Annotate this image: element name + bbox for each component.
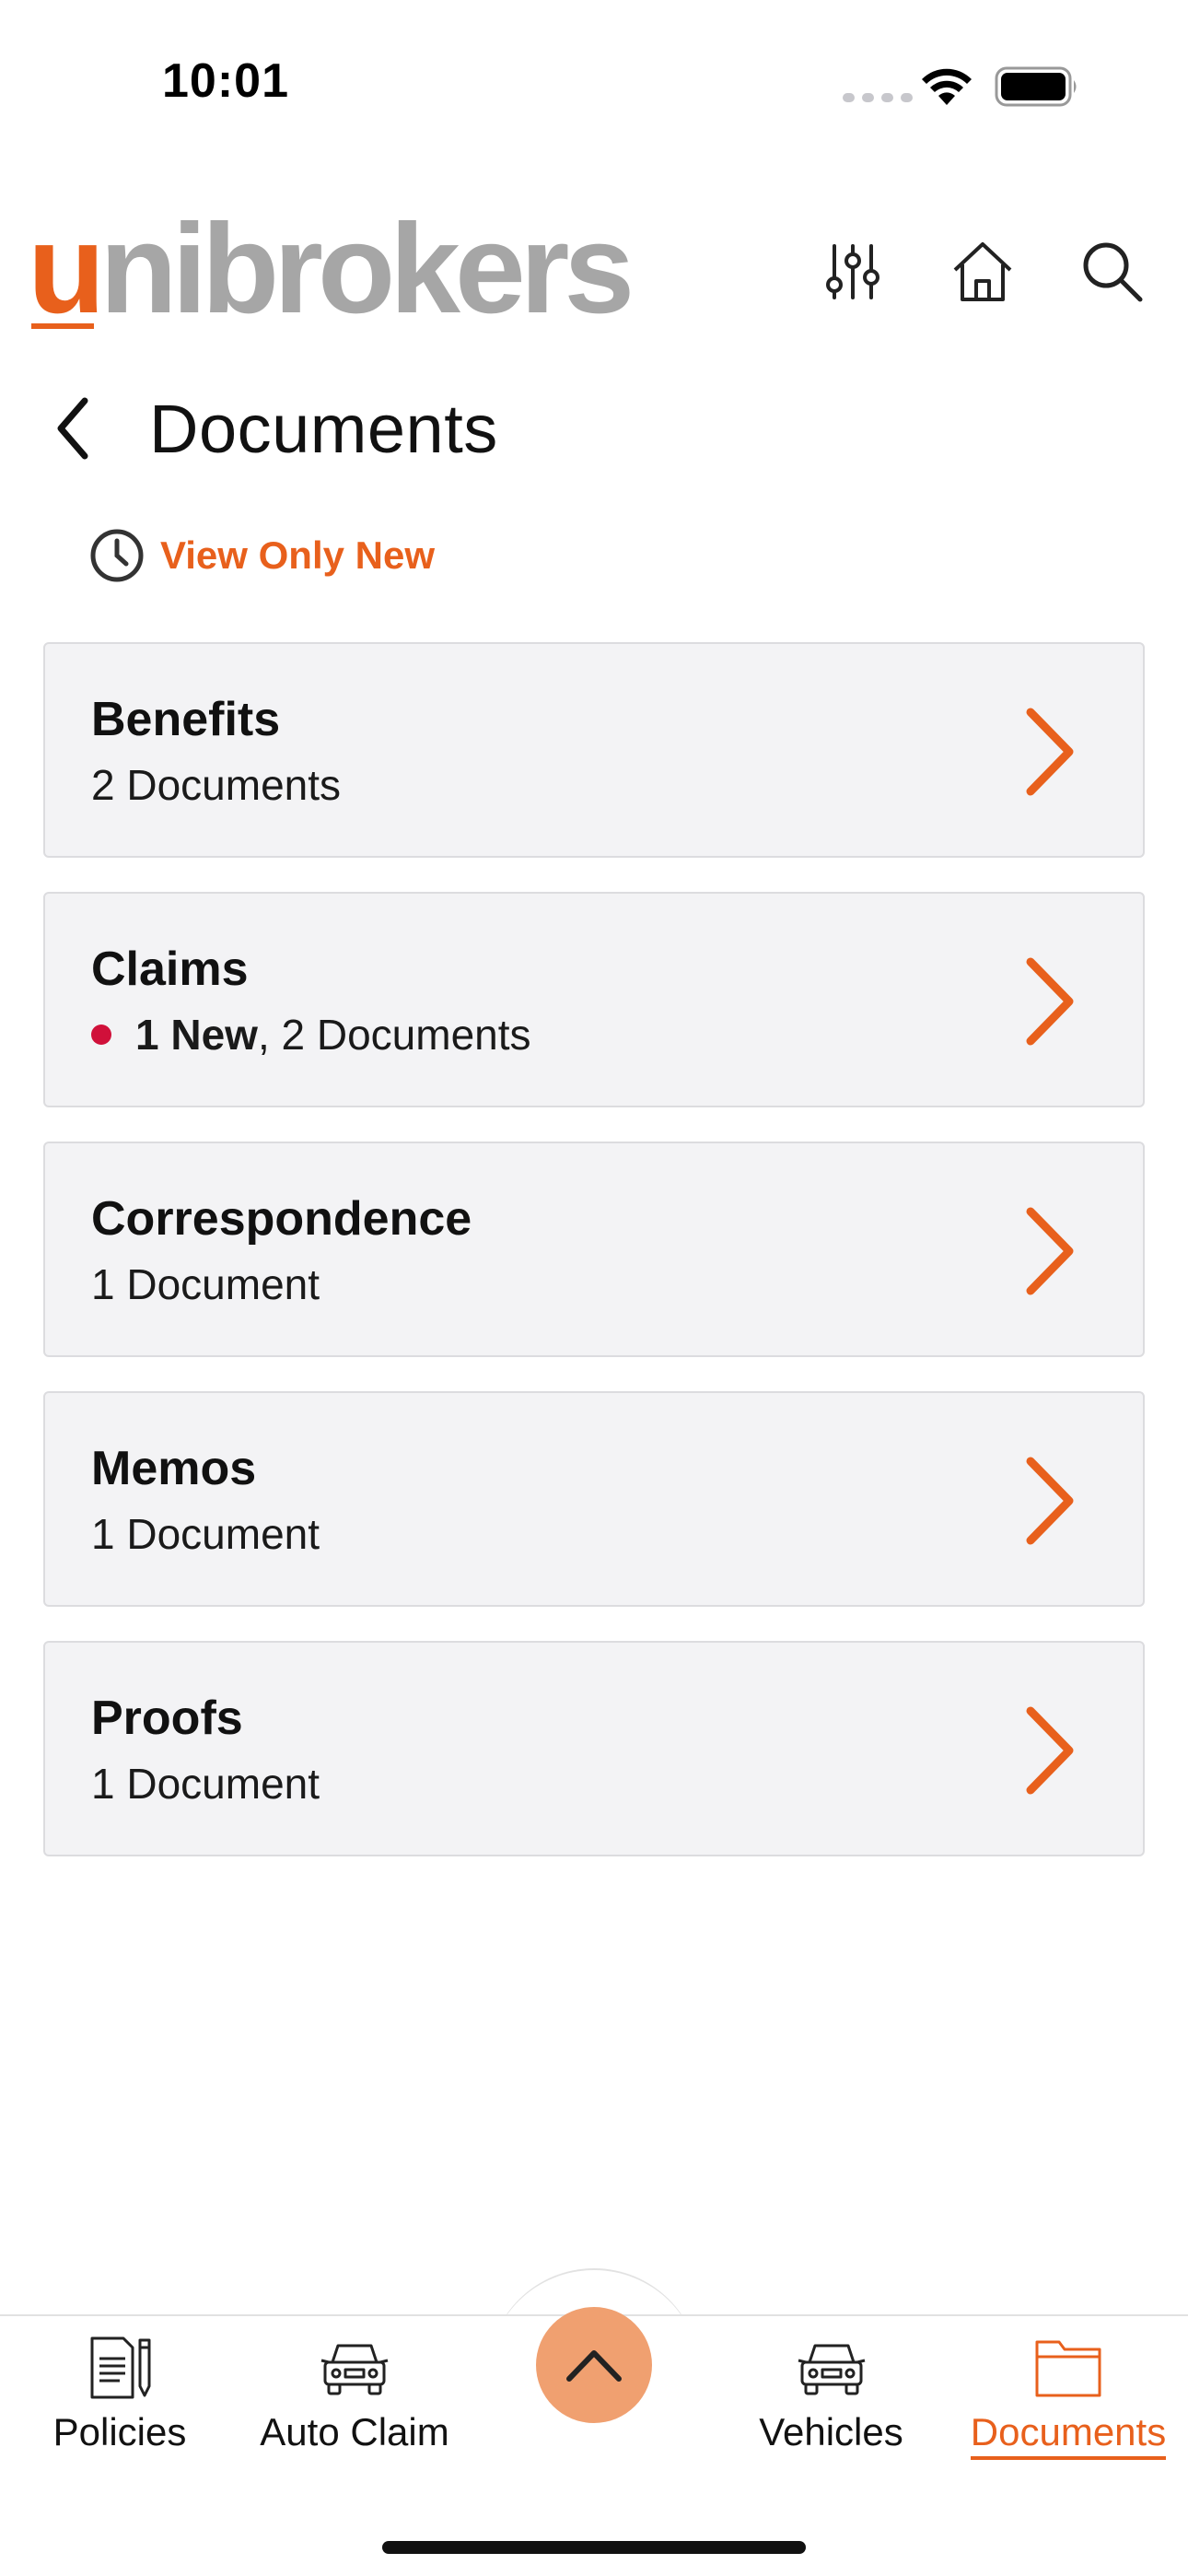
category-title: Correspondence bbox=[91, 1192, 472, 1246]
back-button[interactable] bbox=[37, 382, 111, 474]
home-indicator bbox=[382, 2541, 806, 2554]
category-card-correspondence[interactable]: Correspondence 1 Document bbox=[43, 1142, 1145, 1357]
new-indicator-dot bbox=[91, 1025, 111, 1045]
nav-label: Documents bbox=[970, 2410, 1167, 2460]
document-count: , 2 Documents bbox=[257, 1011, 531, 1059]
car-icon bbox=[320, 2344, 389, 2395]
chevron-right-icon bbox=[1026, 1207, 1074, 1295]
car-icon bbox=[798, 2344, 865, 2395]
nav-label: Policies bbox=[52, 2410, 187, 2453]
document-count: 1 Document bbox=[91, 1510, 320, 1558]
search-icon bbox=[1083, 242, 1143, 302]
category-card-claims[interactable]: Claims 1 New, 2 Documents bbox=[43, 892, 1145, 1107]
chevron-right-icon bbox=[1026, 708, 1074, 796]
category-card-memos[interactable]: Memos 1 Document bbox=[43, 1391, 1145, 1607]
document-count: 1 Document bbox=[91, 1760, 320, 1808]
category-count: 1 Document bbox=[91, 1509, 320, 1559]
document-count: 1 Document bbox=[91, 1260, 320, 1308]
nav-label: Auto Claim bbox=[260, 2410, 449, 2453]
category-title: Proofs bbox=[91, 1692, 243, 1745]
status-bar: 10:01 bbox=[0, 0, 1188, 175]
category-card-benefits[interactable]: Benefits 2 Documents bbox=[43, 642, 1145, 858]
unibrokers-logo: unibrokers bbox=[28, 195, 635, 343]
nav-item-vehicles[interactable]: Vehicles bbox=[751, 2335, 912, 2473]
folder-icon bbox=[1035, 2340, 1101, 2397]
view-only-new-button[interactable]: View Only New bbox=[88, 523, 435, 588]
chevron-left-icon bbox=[57, 397, 88, 460]
filter-settings-button[interactable] bbox=[811, 230, 894, 313]
screen: 10:01 unibrokers Documents View Only New… bbox=[0, 0, 1188, 2576]
chevron-up-icon bbox=[566, 2350, 622, 2382]
nav-item-documents[interactable]: Documents bbox=[958, 2335, 1179, 2473]
search-button[interactable] bbox=[1071, 230, 1154, 313]
home-icon bbox=[953, 242, 1012, 301]
new-count: 1 New bbox=[135, 1011, 258, 1059]
document-count: 2 Documents bbox=[91, 761, 342, 809]
category-count: 2 Documents bbox=[91, 760, 341, 810]
battery-icon bbox=[995, 66, 1077, 107]
expand-menu-button[interactable] bbox=[536, 2307, 652, 2423]
chevron-right-icon bbox=[1026, 1457, 1074, 1545]
signal-dots-icon bbox=[843, 93, 913, 102]
chevron-right-icon bbox=[1026, 957, 1074, 1046]
category-title: Benefits bbox=[91, 693, 281, 746]
nav-item-auto-claim[interactable]: Auto Claim bbox=[249, 2335, 460, 2473]
policy-document-icon bbox=[90, 2336, 151, 2399]
view-only-new-label: View Only New bbox=[160, 533, 435, 577]
logo-accent: u bbox=[28, 198, 105, 340]
chevron-right-icon bbox=[1026, 1706, 1074, 1795]
category-card-proofs[interactable]: Proofs 1 Document bbox=[43, 1641, 1145, 1856]
category-title: Memos bbox=[91, 1442, 257, 1495]
category-count: 1 New, 2 Documents bbox=[91, 1010, 531, 1060]
nav-item-policies[interactable]: Policies bbox=[51, 2335, 189, 2473]
status-time: 10:01 bbox=[162, 54, 289, 108]
wifi-icon bbox=[922, 68, 972, 105]
category-count: 1 Document bbox=[91, 1259, 320, 1309]
app-header: unibrokers bbox=[0, 184, 1188, 350]
category-title: Claims bbox=[91, 943, 249, 996]
page-title: Documents bbox=[149, 390, 498, 467]
home-button[interactable] bbox=[941, 230, 1024, 313]
logo-rest: nibrokers bbox=[99, 198, 635, 340]
title-row: Documents bbox=[37, 378, 498, 479]
nav-label: Vehicles bbox=[759, 2410, 903, 2453]
category-count: 1 Document bbox=[91, 1759, 320, 1809]
clock-icon bbox=[90, 529, 144, 582]
sliders-icon bbox=[826, 244, 879, 299]
